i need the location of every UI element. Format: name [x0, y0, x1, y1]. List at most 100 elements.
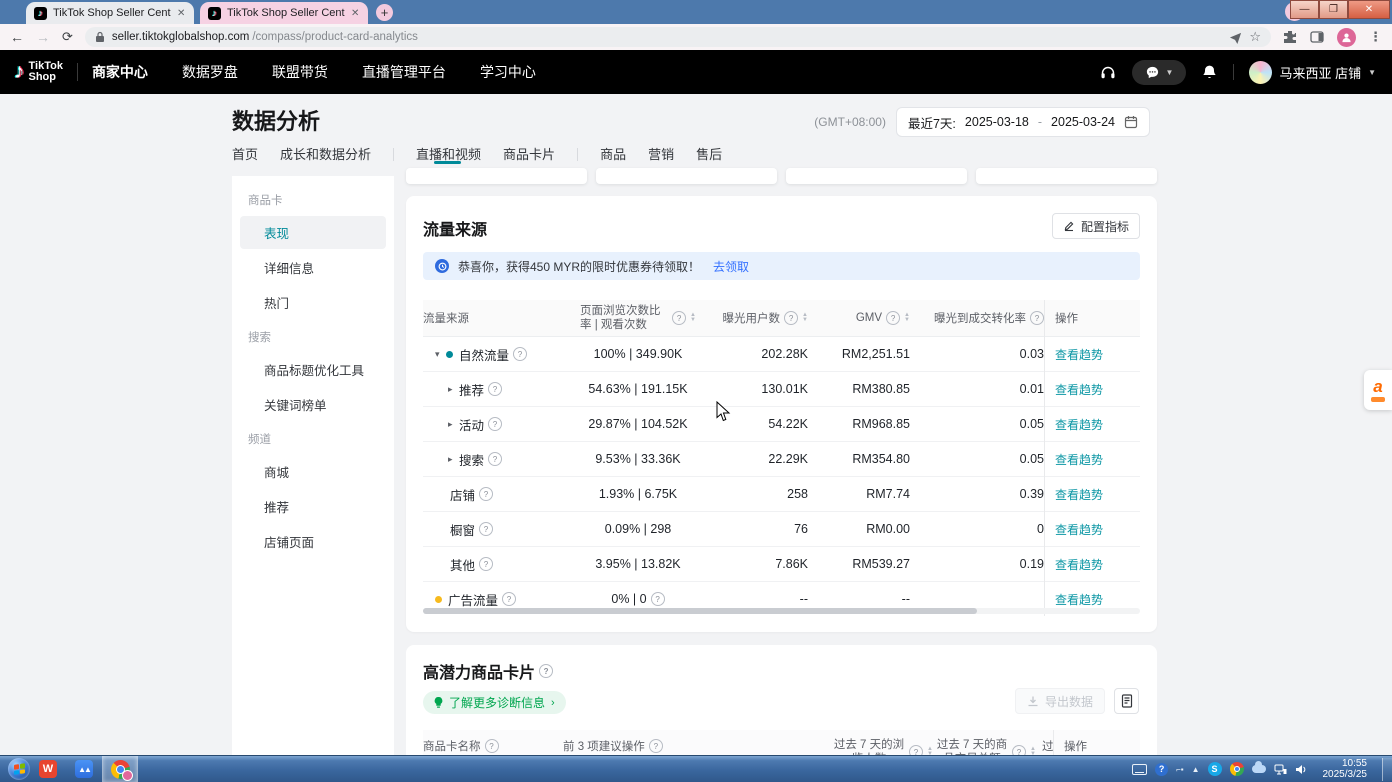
- tray-volume-icon[interactable]: [1295, 764, 1308, 775]
- view-trend-link[interactable]: 查看趋势: [1055, 416, 1103, 433]
- sidebar-item-店铺页面[interactable]: 店铺页面: [240, 525, 386, 558]
- tiktok-shop-logo[interactable]: ♪ TikTokShop: [14, 60, 63, 84]
- chevron-down-icon[interactable]: ▾: [435, 349, 446, 360]
- browser-menu-icon[interactable]: ⋮: [1369, 29, 1382, 45]
- tab-close-icon[interactable]: ✕: [351, 8, 359, 19]
- taskbar-app-icon[interactable]: ▲▲: [66, 756, 102, 782]
- export-data-button[interactable]: 导出数据: [1015, 688, 1105, 714]
- share-icon[interactable]: [1229, 31, 1242, 44]
- tab-售后[interactable]: 售后: [696, 144, 722, 165]
- info-icon[interactable]: ?: [513, 347, 527, 361]
- browser-tab-1[interactable]: ♪ TikTok Shop Seller Center | Cr ✕: [26, 2, 194, 24]
- nav-item-4[interactable]: 学习中心: [480, 62, 536, 82]
- address-bar[interactable]: seller.tiktokglobalshop.com/compass/prod…: [85, 27, 1271, 47]
- info-icon[interactable]: ?: [1030, 311, 1044, 325]
- nav-item-2[interactable]: 联盟带货: [272, 62, 328, 82]
- tab-首页[interactable]: 首页: [232, 144, 258, 165]
- chevron-right-icon[interactable]: ▸: [448, 384, 459, 395]
- info-icon[interactable]: ?: [479, 557, 493, 571]
- info-icon[interactable]: ?: [488, 417, 502, 431]
- bookmark-star-icon[interactable]: ☆: [1249, 29, 1261, 45]
- forward-icon[interactable]: →: [36, 29, 50, 45]
- sidebar-item-关键词榜单[interactable]: 关键词榜单: [240, 388, 386, 421]
- close-button[interactable]: ✕: [1348, 0, 1390, 19]
- info-icon[interactable]: ?: [488, 382, 502, 396]
- notification-bell-icon[interactable]: [1201, 64, 1218, 81]
- tray-keyboard-icon[interactable]: [1132, 764, 1147, 775]
- tray-network-icon[interactable]: [1274, 764, 1287, 775]
- horizontal-scrollbar-thumb[interactable]: [423, 608, 977, 614]
- headset-icon[interactable]: [1099, 63, 1117, 81]
- tab-营销[interactable]: 营销: [648, 144, 674, 165]
- back-icon[interactable]: ←: [10, 29, 24, 45]
- sidebar-item-表现[interactable]: 表现: [240, 216, 386, 249]
- date-range-picker[interactable]: 最近7天: 2025-03-18 - 2025-03-24: [896, 107, 1150, 137]
- metric-card-partial[interactable]: [976, 168, 1157, 184]
- info-icon[interactable]: ?: [479, 487, 493, 501]
- view-trend-link[interactable]: 查看趋势: [1055, 556, 1103, 573]
- extensions-puzzle-icon[interactable]: [1283, 30, 1297, 44]
- info-icon[interactable]: ?: [649, 739, 663, 753]
- pcol-3[interactable]: 过去 7 天的商品交易总额?▲▼: [936, 738, 1036, 756]
- minimize-button[interactable]: —: [1290, 0, 1319, 19]
- info-icon[interactable]: ?: [651, 592, 665, 606]
- nav-item-1[interactable]: 数据罗盘: [182, 62, 238, 82]
- pcol-2[interactable]: 过去 7 天的浏览人数?▲▼: [833, 738, 933, 756]
- view-trend-link[interactable]: 查看趋势: [1055, 521, 1103, 538]
- taskbar-chrome-icon[interactable]: [102, 756, 138, 782]
- metric-card-partial[interactable]: [406, 168, 587, 184]
- tab-商品[interactable]: 商品: [600, 144, 626, 165]
- view-trend-link[interactable]: 查看趋势: [1055, 346, 1103, 363]
- tab-成长和数据分析[interactable]: 成长和数据分析: [280, 144, 371, 165]
- tray-onedrive-icon[interactable]: [1252, 765, 1266, 773]
- side-panel-icon[interactable]: [1310, 30, 1324, 44]
- info-icon[interactable]: ?: [488, 452, 502, 466]
- sidebar-item-详细信息[interactable]: 详细信息: [240, 251, 386, 284]
- claim-coupon-link[interactable]: 去领取: [713, 258, 749, 275]
- tray-expand-icon[interactable]: ▲: [1192, 765, 1200, 774]
- metric-card-partial[interactable]: [786, 168, 967, 184]
- new-tab-button[interactable]: +: [376, 4, 393, 21]
- message-pill-button[interactable]: ▼: [1132, 60, 1186, 85]
- tray-chrome-icon[interactable]: [1230, 762, 1244, 776]
- view-trend-link[interactable]: 查看趋势: [1055, 381, 1103, 398]
- tab-close-icon[interactable]: ✕: [177, 8, 185, 19]
- info-icon[interactable]: ?: [784, 311, 798, 325]
- nav-item-0[interactable]: 商家中心: [92, 62, 148, 82]
- info-icon[interactable]: ?: [485, 739, 499, 753]
- report-doc-button[interactable]: [1114, 688, 1139, 714]
- nav-item-3[interactable]: 直播管理平台: [362, 62, 446, 82]
- info-icon[interactable]: ?: [539, 664, 553, 678]
- col-exposed-users-sort[interactable]: 曝光用户数 ? ▲▼: [696, 300, 808, 336]
- taskbar-clock[interactable]: 10:55 2025/3/25: [1323, 758, 1368, 781]
- maximize-button[interactable]: ❐: [1319, 0, 1348, 19]
- sidebar-item-商城[interactable]: 商城: [240, 455, 386, 488]
- info-icon[interactable]: ?: [479, 522, 493, 536]
- aliwangwang-float-widget[interactable]: a: [1364, 370, 1392, 410]
- info-icon[interactable]: ?: [886, 311, 900, 325]
- tray-skype-icon[interactable]: S: [1208, 762, 1222, 776]
- tray-help-icon[interactable]: ?: [1155, 763, 1168, 776]
- info-icon[interactable]: ?: [672, 311, 686, 325]
- view-trend-link[interactable]: 查看趋势: [1055, 451, 1103, 468]
- col-pageviews-sort[interactable]: 页面浏览次数比率 | 观看次数 ? ▲▼: [580, 300, 696, 336]
- show-desktop-button[interactable]: [1382, 758, 1392, 781]
- reload-icon[interactable]: ⟳: [62, 29, 73, 45]
- sidebar-item-推荐[interactable]: 推荐: [240, 490, 386, 523]
- chevron-right-icon[interactable]: ▸: [448, 454, 459, 465]
- tray-overflow-icons[interactable]: ⌐▪: [1176, 765, 1184, 774]
- metric-card-partial[interactable]: [596, 168, 777, 184]
- info-icon[interactable]: ?: [502, 592, 516, 606]
- col-gmv-sort[interactable]: GMV ? ▲▼: [808, 300, 910, 336]
- chevron-right-icon[interactable]: ▸: [448, 419, 459, 430]
- shop-switcher[interactable]: 马来西亚 店铺 ▼: [1249, 61, 1376, 84]
- configure-metrics-button[interactable]: 配置指标: [1052, 213, 1140, 239]
- tab-商品卡片[interactable]: 商品卡片: [503, 144, 555, 165]
- sidebar-item-商品标题优化工具[interactable]: 商品标题优化工具: [240, 353, 386, 386]
- view-trend-link[interactable]: 查看趋势: [1055, 591, 1103, 608]
- diagnosis-info-link[interactable]: 了解更多诊断信息 ›: [423, 691, 566, 714]
- sidebar-item-热门[interactable]: 热门: [240, 286, 386, 319]
- profile-avatar[interactable]: [1337, 28, 1356, 47]
- browser-tab-2[interactable]: ♪ TikTok Shop Seller Center | Cr ✕: [200, 2, 368, 24]
- view-trend-link[interactable]: 查看趋势: [1055, 486, 1103, 503]
